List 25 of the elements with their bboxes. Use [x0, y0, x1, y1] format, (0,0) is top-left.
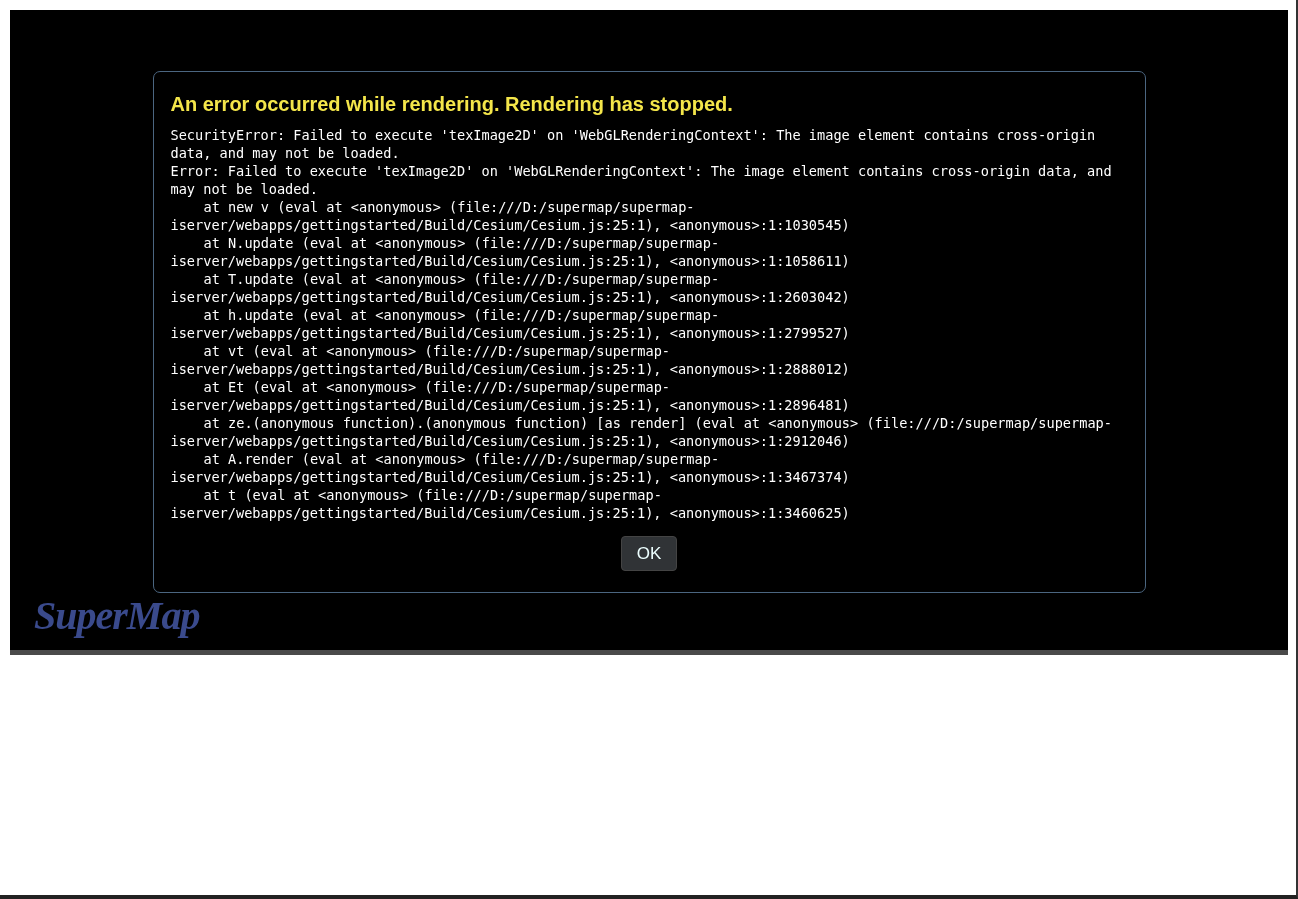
ok-button[interactable]: OK	[621, 536, 677, 571]
logo: SuperMap	[34, 592, 200, 639]
stack-frame-line: at vt (eval at <anonymous> (file:///D:/supermap/supermap-	[202, 342, 671, 360]
stack-frame-line: at h.update (eval at <anonymous> (file:///D:/supermap/supermap-	[202, 306, 721, 324]
error-message-line: iserver/webapps/gettingstarted/Build/Cesium/Cesium.js:25:1), <anonymous>:1:3467374)	[170, 468, 851, 486]
error-message-line: iserver/webapps/gettingstarted/Build/Cesium/Cesium.js:25:1), <anonymous>:1:2888012)	[170, 360, 851, 378]
stack-frame-line: at T.update (eval at <anonymous> (file:///D:/supermap/supermap-	[202, 270, 721, 288]
dialog-title: An error occurred while rendering. Rendering has stopped.	[170, 92, 734, 117]
error-message-line: iserver/webapps/gettingstarted/Build/Cesium/Cesium.js:25:1), <anonymous>:1:1058611)	[170, 252, 851, 270]
error-message-line: Error: Failed to execute 'texImage2D' on 'WebGLRenderingContext': The image element contains cross-origin data, and	[170, 162, 1113, 180]
stack-frame-line: at Et (eval at <anonymous> (file:///D:/supermap/supermap-	[202, 378, 671, 396]
error-message-line: iserver/webapps/gettingstarted/Build/Cesium/Cesium.js:25:1), <anonymous>:1:3460625)	[170, 504, 851, 522]
stack-frame-line: at t (eval at <anonymous> (file:///D:/supermap/supermap-	[202, 486, 663, 504]
stack-frame-line: at A.render (eval at <anonymous> (file:///D:/supermap/supermap-	[202, 450, 721, 468]
stack-frame-line: at N.update (eval at <anonymous> (file:///D:/supermap/supermap-	[202, 234, 721, 252]
error-message-line: iserver/webapps/gettingstarted/Build/Cesium/Cesium.js:25:1), <anonymous>:1:2896481)	[170, 396, 851, 414]
stack-frame-line: at ze.(anonymous function).(anonymous function) [as render] (eval at <anonymous> (file:///D:/supermap/supermap-	[202, 414, 1113, 432]
stack-frame-line: at new v (eval at <anonymous> (file:///D:/supermap/supermap-	[202, 198, 696, 216]
error-message-line: iserver/webapps/gettingstarted/Build/Cesium/Cesium.js:25:1), <anonymous>:1:2799527)	[170, 324, 851, 342]
error-message-line: SecurityError: Failed to execute 'texImage2D' on 'WebGLRenderingContext': The image element contains cross-origin	[170, 126, 1097, 144]
error-message-line: iserver/webapps/gettingstarted/Build/Cesium/Cesium.js:25:1), <anonymous>:1:2912046)	[170, 432, 851, 450]
error-message-line: data, and may not be loaded.	[170, 144, 401, 162]
error-message-line: iserver/webapps/gettingstarted/Build/Cesium/Cesium.js:25:1), <anonymous>:1:1030545)	[170, 216, 851, 234]
error-message-line: may not be loaded.	[170, 180, 319, 198]
error-message-line: iserver/webapps/gettingstarted/Build/Cesium/Cesium.js:25:1), <anonymous>:1:2603042)	[170, 288, 851, 306]
